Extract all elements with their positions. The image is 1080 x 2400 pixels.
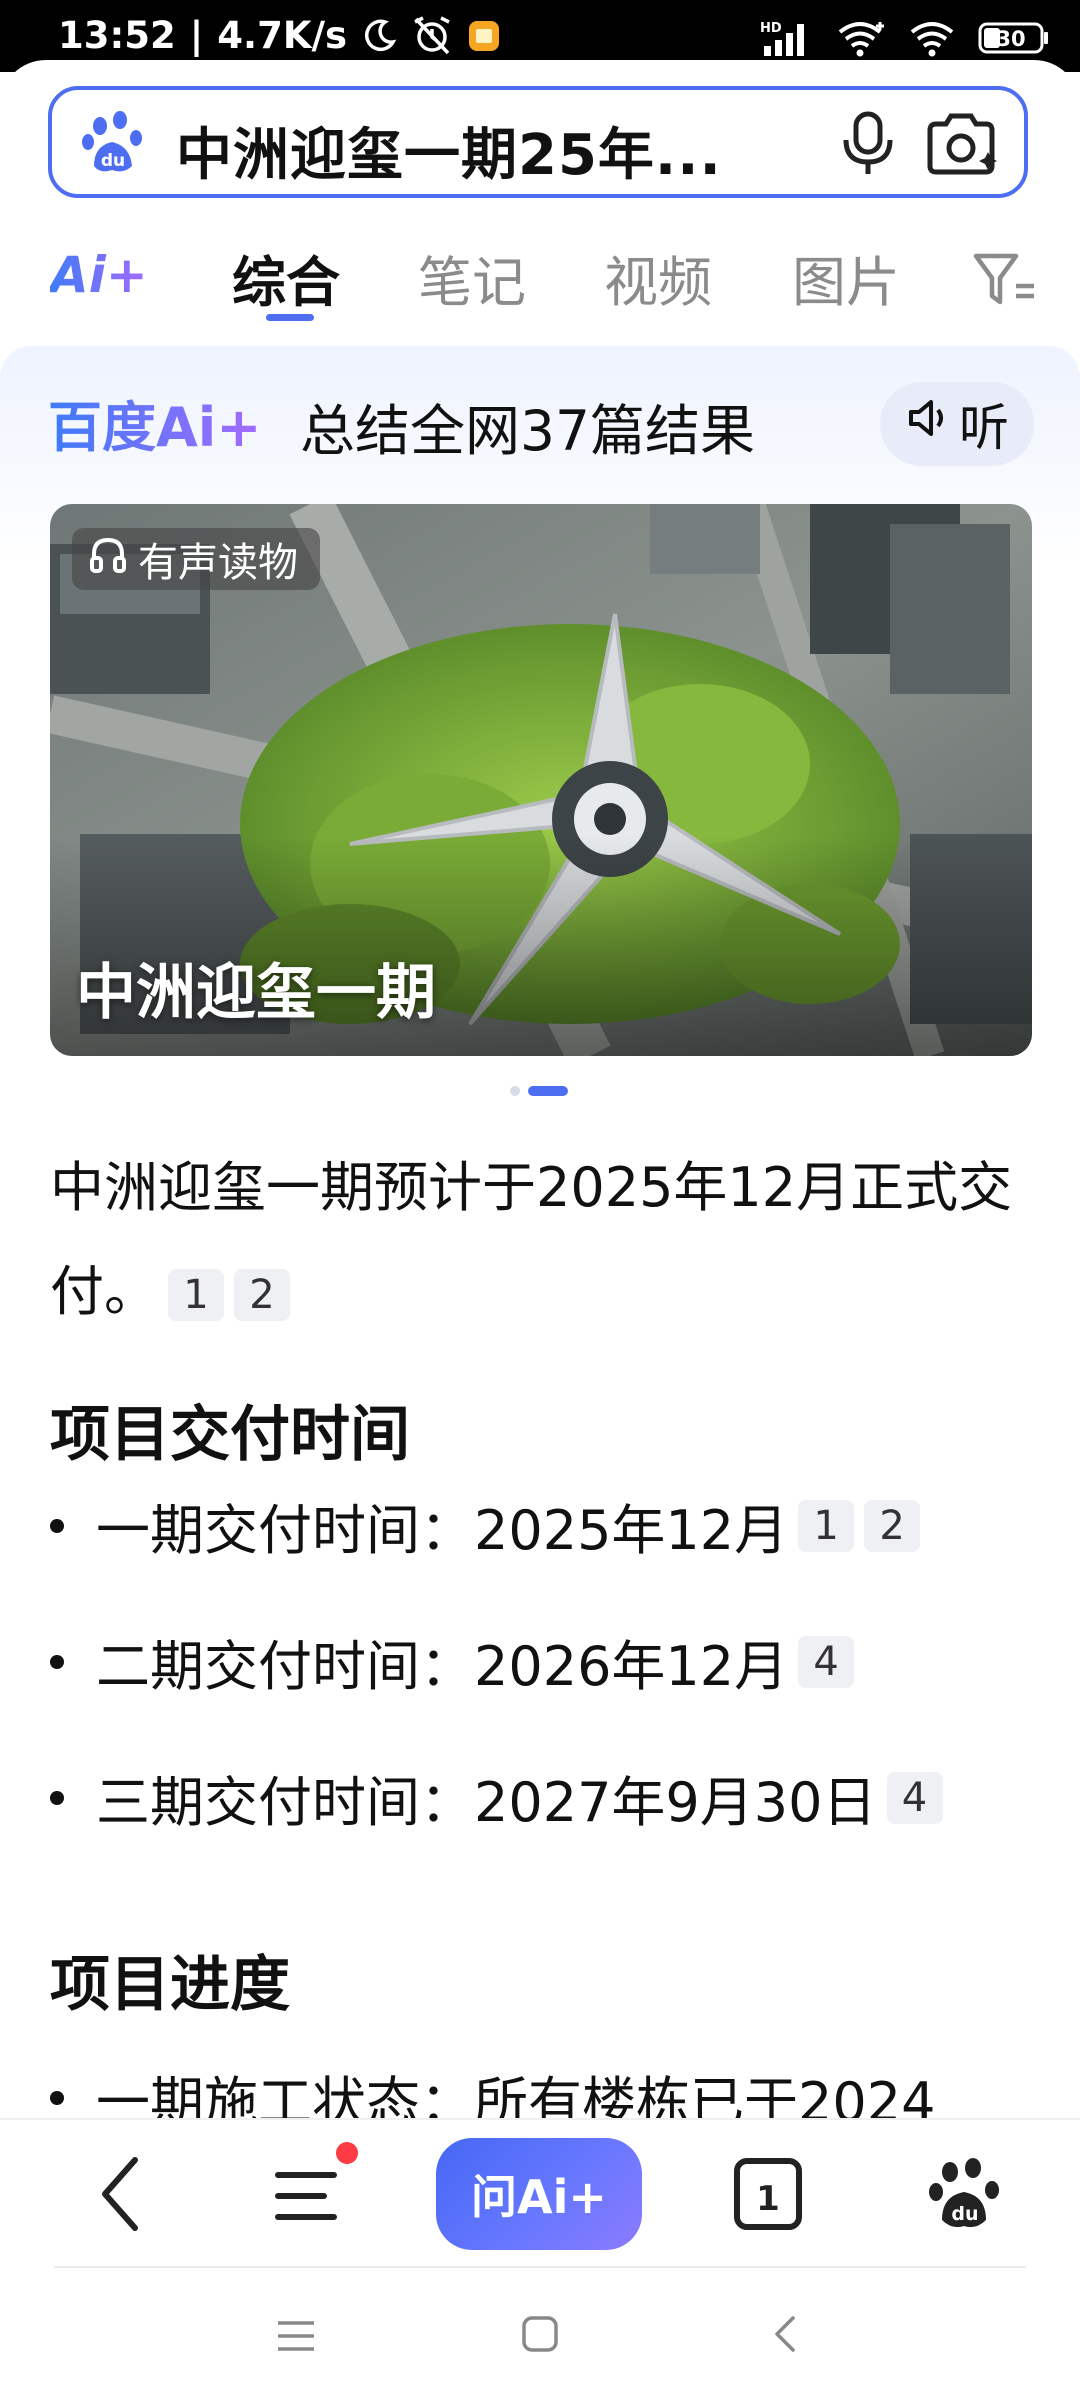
search-tabs: Ai+ 综合 笔记 视频 图片 bbox=[0, 230, 1080, 330]
speaker-icon bbox=[905, 395, 951, 453]
listen-button[interactable]: 听 bbox=[880, 382, 1034, 466]
carousel-indicator bbox=[510, 1086, 568, 1096]
citation-badge[interactable]: 1 bbox=[168, 1269, 224, 1322]
tab-comprehensive[interactable]: 综合 bbox=[232, 238, 340, 317]
active-tab-indicator bbox=[266, 314, 314, 321]
list-item-text: 一期交付时间：2025年12月 bbox=[96, 1499, 789, 1562]
battery-icon: 30 bbox=[978, 20, 1050, 56]
moon-icon bbox=[361, 18, 397, 54]
citation-badge[interactable]: 2 bbox=[234, 1269, 290, 1322]
answer-paragraph: 中洲迎玺一期预计于2025年12月正式交付。 1 2 bbox=[50, 1136, 1040, 1344]
microphone-icon[interactable] bbox=[835, 108, 901, 178]
hero-image[interactable]: 有声读物 中洲迎玺一期 bbox=[50, 504, 1032, 1056]
ask-ai-button[interactable]: 问Ai+ bbox=[436, 2138, 642, 2250]
battery-level: 30 bbox=[996, 27, 1025, 51]
alarm-off-icon bbox=[411, 15, 453, 56]
home-icon[interactable] bbox=[516, 2310, 564, 2358]
bullet bbox=[50, 1518, 64, 1533]
wifi-icon bbox=[908, 18, 956, 58]
system-navigation-bar bbox=[0, 2270, 1080, 2400]
tab-images[interactable]: 图片 bbox=[792, 238, 900, 317]
headphones-icon bbox=[88, 534, 128, 584]
menu-icon[interactable] bbox=[270, 2156, 346, 2236]
recent-apps-icon[interactable] bbox=[272, 2312, 320, 2360]
tab-videos[interactable]: 视频 bbox=[604, 238, 712, 317]
bullet bbox=[50, 1654, 64, 1669]
svg-text:du: du bbox=[101, 151, 125, 171]
bullet bbox=[50, 1790, 64, 1805]
status-separator: | bbox=[189, 14, 204, 57]
citation-badge[interactable]: 1 bbox=[798, 1499, 855, 1552]
ai-summary-card: 百度Ai+ 总结全网37篇结果 听 有声读物 中洲迎玺一期 中洲迎玺一期预计于2… bbox=[0, 346, 1080, 2134]
citation-badge[interactable]: 4 bbox=[798, 1635, 855, 1688]
section-title-delivery: 项目交付时间 bbox=[50, 1400, 410, 1470]
audio-badge[interactable]: 有声读物 bbox=[72, 528, 320, 590]
search-query-text[interactable]: 中洲迎玺一期25年... bbox=[176, 110, 722, 191]
wifi-icon bbox=[836, 18, 886, 58]
bottom-toolbar: 问Ai+ 1 du bbox=[0, 2118, 1080, 2272]
list-item: 三期交付时间：2027年9月30日 4 bbox=[50, 1758, 943, 1837]
notification-dot bbox=[336, 2142, 358, 2164]
ai-brand-text: 百度Ai+ bbox=[48, 396, 262, 458]
system-back-icon[interactable] bbox=[760, 2310, 808, 2358]
list-item: 一期交付时间：2025年12月 1 2 bbox=[50, 1486, 921, 1565]
baidu-ai-logo: 百度Ai+ bbox=[48, 394, 282, 459]
list-item-text: 三期交付时间：2027年9月30日 bbox=[96, 1771, 877, 1834]
list-item-text: 二期交付时间：2026年12月 bbox=[96, 1635, 789, 1698]
tabs-icon[interactable]: 1 bbox=[732, 2156, 804, 2234]
toolbar-divider bbox=[54, 2266, 1026, 2268]
tab-count: 1 bbox=[756, 2179, 780, 2219]
tab-notes[interactable]: 笔记 bbox=[418, 238, 526, 317]
network-speed: 4.7K/s bbox=[217, 14, 348, 57]
bullet bbox=[50, 2090, 64, 2105]
listen-label: 听 bbox=[959, 399, 1009, 457]
status-time: 13:52 bbox=[58, 14, 176, 57]
hero-caption: 中洲迎玺一期 bbox=[76, 958, 436, 1028]
citation-badge[interactable]: 4 bbox=[886, 1771, 943, 1824]
search-input[interactable]: du 中洲迎玺一期25年... bbox=[48, 86, 1028, 198]
baidu-home-icon[interactable]: du bbox=[926, 2152, 1002, 2236]
back-icon[interactable] bbox=[84, 2154, 156, 2234]
list-item: 二期交付时间：2026年12月 4 bbox=[50, 1622, 855, 1701]
tab-ai-plus[interactable]: Ai+ bbox=[46, 246, 170, 306]
carousel-dot-active bbox=[528, 1086, 568, 1096]
section-title-progress: 项目进度 bbox=[50, 1950, 290, 2020]
camera-search-icon[interactable] bbox=[924, 108, 1000, 178]
signal-label: HD bbox=[760, 21, 782, 36]
tab-ai-label: Ai+ bbox=[50, 246, 148, 304]
ai-summary-title: 总结全网37篇结果 bbox=[300, 399, 755, 463]
carousel-dot bbox=[510, 1086, 520, 1096]
citation-badge[interactable]: 2 bbox=[864, 1499, 921, 1552]
svg-text:du: du bbox=[951, 2203, 978, 2225]
filter-icon[interactable] bbox=[972, 250, 1038, 312]
app-notification-icon bbox=[467, 19, 501, 53]
signal-icon: HD bbox=[760, 18, 814, 58]
baidu-paw-icon[interactable]: du bbox=[80, 108, 150, 178]
ask-ai-label: 问Ai+ bbox=[471, 2170, 607, 2224]
audio-badge-label: 有声读物 bbox=[138, 540, 298, 586]
